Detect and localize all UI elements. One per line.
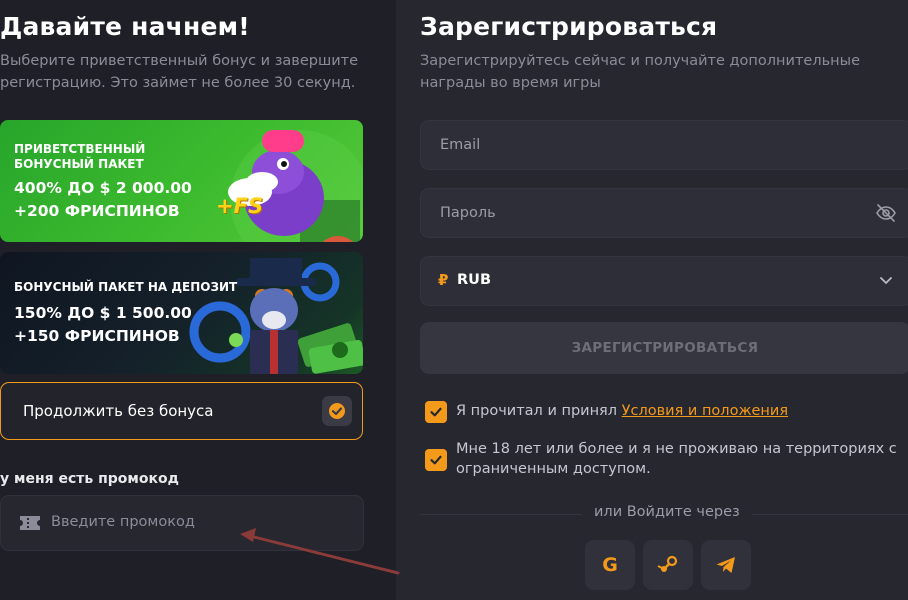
welcome-bonus-title: ПРИВЕТСТВЕННЫЙ БОНУСНЫЙ ПАКЕТ [14, 142, 146, 171]
check-icon [430, 407, 442, 417]
promo-code-input[interactable] [49, 513, 343, 531]
register-subtitle-line1: Зарегистрируйтесь сейчас и получайте доп… [420, 53, 860, 69]
deposit-bonus-spins: +150 ФРИСПИНОВ [14, 327, 180, 345]
welcome-subtitle: Выберите приветственный бонус и завершит… [0, 50, 358, 94]
bonus-panel: Давайте начнем! Выберите приветственный … [0, 0, 396, 600]
google-login-button[interactable]: G [585, 540, 635, 590]
no-bonus-option[interactable]: Продолжить без бонуса [0, 382, 363, 440]
age-text-line1: Мне 18 лет или более и я не проживаю на … [456, 441, 897, 457]
ruble-icon: ₽ [438, 271, 449, 289]
age-text-line2: ограниченным доступом. [456, 461, 651, 477]
steam-icon [657, 555, 678, 572]
chevron-down-icon [880, 277, 892, 284]
terms-prefix: Я прочитал и принял [456, 403, 622, 419]
age-text: Мне 18 лет или более и я не проживаю на … [456, 439, 897, 479]
register-subtitle: Зарегистрируйтесь сейчас и получайте доп… [420, 50, 860, 94]
no-bonus-checkbox[interactable] [322, 396, 352, 426]
deposit-bonus-card[interactable]: БОНУСНЫЙ ПАКЕТ НА ДЕПОЗИТ 150% ДО $ 1 50… [0, 252, 363, 374]
telegram-login-button[interactable] [701, 540, 751, 590]
ticket-icon [20, 516, 40, 530]
welcome-bonus-amount: 400% ДО $ 2 000.00 [14, 179, 192, 197]
register-button[interactable]: ЗАРЕГИСТРИРОВАТЬСЯ [420, 322, 908, 374]
check-icon [430, 455, 442, 465]
terms-link[interactable]: Условия и положения [622, 403, 788, 419]
email-input[interactable] [438, 136, 842, 154]
currency-select[interactable]: ₽ RUB [420, 256, 908, 306]
terms-checkbox[interactable] [425, 401, 447, 423]
promo-code-label: у меня есть промокод [0, 471, 179, 487]
welcome-title: Давайте начнем! [0, 12, 250, 41]
google-icon: G [602, 554, 618, 576]
age-checkbox[interactable] [425, 449, 447, 471]
eye-off-icon[interactable] [875, 203, 897, 223]
deposit-bonus-amount: 150% ДО $ 1 500.00 [14, 304, 192, 322]
social-login-label: или Войдите через [582, 504, 752, 520]
terms-text: Я прочитал и принял Условия и положения [456, 401, 788, 421]
welcome-subtitle-line1: Выберите приветственный бонус и завершит… [0, 53, 359, 69]
email-field[interactable] [420, 120, 908, 170]
no-bonus-label: Продолжить без бонуса [23, 402, 214, 420]
register-subtitle-line2: награды во время игры [420, 75, 601, 91]
password-field[interactable] [420, 188, 908, 238]
deposit-bonus-title: БОНУСНЫЙ ПАКЕТ НА ДЕПОЗИТ [14, 280, 238, 294]
check-circle-icon [329, 403, 345, 419]
welcome-bonus-card[interactable]: +FS ПРИВЕТСТВЕННЫЙ БОНУСНЫЙ ПАКЕТ 400% Д… [0, 120, 363, 242]
currency-value: RUB [457, 272, 491, 288]
promo-code-field[interactable] [0, 495, 364, 551]
freespins-badge: +FS [216, 194, 264, 218]
telegram-icon [716, 557, 735, 573]
welcome-subtitle-line2: регистрацию. Это займет не более 30 секу… [0, 75, 356, 91]
steam-login-button[interactable] [643, 540, 693, 590]
register-title: Зарегистрироваться [420, 12, 718, 41]
password-input[interactable] [438, 204, 842, 222]
welcome-bonus-spins: +200 ФРИСПИНОВ [14, 202, 180, 220]
